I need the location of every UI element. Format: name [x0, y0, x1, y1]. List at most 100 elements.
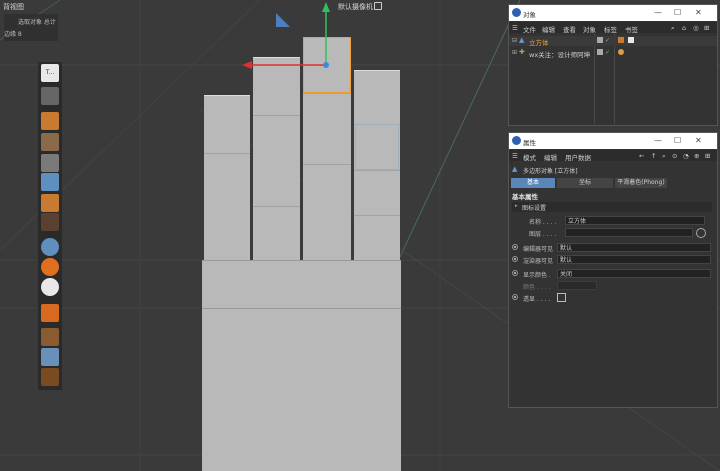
menu-edit[interactable]: 编辑 — [544, 152, 557, 162]
corner-axis-icon — [276, 13, 290, 27]
tab-coordinates[interactable]: 坐标 — [557, 178, 613, 188]
tab-basic[interactable]: 基本 — [511, 178, 555, 188]
object-name[interactable]: wx关注：设计师阿坤 — [529, 49, 590, 59]
tab-phong[interactable]: 平滑着色(Phong) — [615, 178, 667, 188]
edges-mode-icon[interactable] — [41, 194, 59, 212]
back-arrow-icon[interactable]: ← — [639, 152, 644, 160]
new-window-icon[interactable]: ⊞ — [705, 152, 710, 160]
object-row-cube[interactable]: ⊟ ▲ 立方体 ✓ — [509, 36, 717, 47]
animate-radio[interactable] — [512, 244, 518, 250]
editor-visible-select[interactable]: 默认 — [557, 243, 711, 252]
display-color-select[interactable]: 关闭 — [557, 269, 711, 278]
animate-radio[interactable] — [512, 256, 518, 262]
visibility-toggle-icon[interactable] — [597, 49, 603, 55]
visibility-toggle-icon[interactable] — [597, 37, 603, 43]
lock-icon[interactable]: ⊙ — [672, 152, 677, 160]
workplane-lock-icon[interactable] — [41, 368, 59, 386]
material-tag-icon[interactable] — [628, 37, 634, 43]
minimize-icon[interactable]: — — [654, 136, 662, 145]
move-gizmo[interactable] — [240, 0, 350, 75]
minimize-icon[interactable]: — — [654, 8, 662, 17]
attributes-titlebar[interactable]: 属性 — ☐ ✕ — [509, 133, 717, 149]
protection-tag-icon[interactable] — [618, 49, 624, 55]
tree-expand-icon[interactable]: ⊞ — [512, 49, 517, 56]
enabled-check-icon[interactable]: ✓ — [605, 49, 610, 56]
xray-checkbox[interactable] — [557, 293, 566, 302]
maximize-icon[interactable]: ☐ — [674, 8, 681, 17]
name-input[interactable]: 立方体 — [565, 216, 705, 225]
object-name[interactable]: 立方体 — [529, 37, 549, 47]
workplane-icon[interactable] — [41, 348, 59, 366]
settings-icon[interactable]: ⊕ — [694, 152, 699, 160]
animate-radio[interactable] — [512, 270, 518, 276]
cube-icon[interactable] — [41, 112, 59, 130]
field-color: 颜色 . . . . — [509, 281, 717, 291]
edge-line — [253, 115, 300, 116]
menu-list-icon[interactable]: ☰ — [512, 152, 518, 160]
up-arrow-icon[interactable]: ↑ — [651, 152, 656, 160]
text-tool-icon[interactable]: T... — [41, 64, 59, 82]
polygon-mode-icon[interactable] — [41, 154, 59, 172]
cinema4d-logo-icon — [512, 8, 521, 17]
field-label: 图层 . . . . — [529, 231, 557, 238]
field-render-visible: 渲染器可见 默认 — [509, 255, 717, 265]
tree-collapse-icon[interactable]: ⊟ — [512, 37, 517, 44]
object-row-null[interactable]: ⊞ ✚ wx关注：设计师阿坤 ✓ — [509, 48, 717, 59]
grid-plane-icon[interactable] — [41, 328, 59, 346]
attribute-tabs: 基本 坐标 平滑着色(Phong) — [509, 178, 717, 188]
close-icon[interactable]: ✕ — [695, 136, 702, 145]
object-type-header: 多边形对象 [立方体] — [523, 168, 578, 175]
history-icon[interactable]: ◔ — [683, 152, 689, 160]
finger-2[interactable] — [253, 57, 300, 261]
menu-mode[interactable]: 模式 — [523, 152, 536, 162]
objects-titlebar[interactable]: 对象 — ☐ ✕ — [509, 5, 717, 21]
edge-line — [202, 260, 401, 261]
phong-tag-icon[interactable] — [618, 37, 624, 43]
model-mode-icon[interactable] — [41, 173, 59, 191]
info-selected: 选取对象 总计 — [18, 19, 56, 26]
layer-link-icon[interactable] — [696, 228, 706, 238]
edge-line — [204, 153, 250, 154]
color-swatch[interactable] — [557, 281, 597, 290]
menu-edit[interactable]: 编辑 — [542, 24, 555, 34]
snap-icon[interactable] — [41, 238, 59, 256]
new-window-icon[interactable]: ⊞ — [704, 24, 709, 32]
objects-window: 对象 — ☐ ✕ ☰ 文件 编辑 查看 对象 标签 书签 ⌕ ⌂ ◎ ⊞ ⊟ ▲… — [508, 4, 718, 126]
camera-options-icon[interactable] — [374, 2, 382, 10]
axis-mode-icon[interactable] — [41, 213, 59, 231]
menu-view[interactable]: 查看 — [563, 24, 576, 34]
animate-radio[interactable] — [512, 294, 518, 300]
expand-arrow-icon[interactable]: ▸ — [515, 203, 518, 209]
checker-icon[interactable] — [41, 133, 59, 151]
search-icon[interactable]: ⌕ — [662, 152, 666, 161]
soft-snap-icon[interactable] — [41, 278, 59, 296]
viewport-title: 背视图 — [3, 3, 24, 11]
layer-input[interactable] — [565, 228, 693, 237]
menu-bookmarks[interactable]: 书签 — [625, 24, 638, 34]
enabled-check-icon[interactable]: ✓ — [605, 37, 610, 44]
menu-file[interactable]: 文件 — [523, 24, 536, 34]
maximize-icon[interactable]: ☐ — [674, 136, 681, 145]
polygon-object-icon: ▲ — [519, 36, 525, 44]
menu-object[interactable]: 对象 — [583, 24, 596, 34]
points-mode-icon[interactable] — [41, 87, 59, 105]
palm[interactable] — [202, 260, 401, 471]
snap-settings-icon[interactable] — [41, 258, 59, 276]
search-icon[interactable]: ⌕ — [671, 24, 675, 33]
menu-list-icon[interactable]: ☰ — [512, 24, 518, 32]
field-xray: 透显 . . . . — [509, 293, 717, 303]
field-label: 编辑器可见 — [523, 246, 554, 253]
close-icon[interactable]: ✕ — [695, 8, 702, 17]
cinema4d-logo-icon — [512, 136, 521, 145]
edge-line — [354, 215, 400, 216]
field-label: 渲染器可见 — [523, 258, 554, 265]
home-icon[interactable]: ⌂ — [682, 24, 686, 32]
filter-icon[interactable]: ◎ — [693, 24, 699, 32]
icon-settings-group[interactable]: ▸ 图标设置 — [512, 202, 712, 212]
field-label: 显示颜色 . — [523, 272, 551, 279]
finger-1[interactable] — [204, 95, 250, 261]
menu-tags[interactable]: 标签 — [604, 24, 617, 34]
render-visible-select[interactable]: 默认 — [557, 255, 711, 264]
menu-user-data[interactable]: 用户数据 — [565, 152, 591, 162]
magnet-icon[interactable] — [41, 304, 59, 322]
